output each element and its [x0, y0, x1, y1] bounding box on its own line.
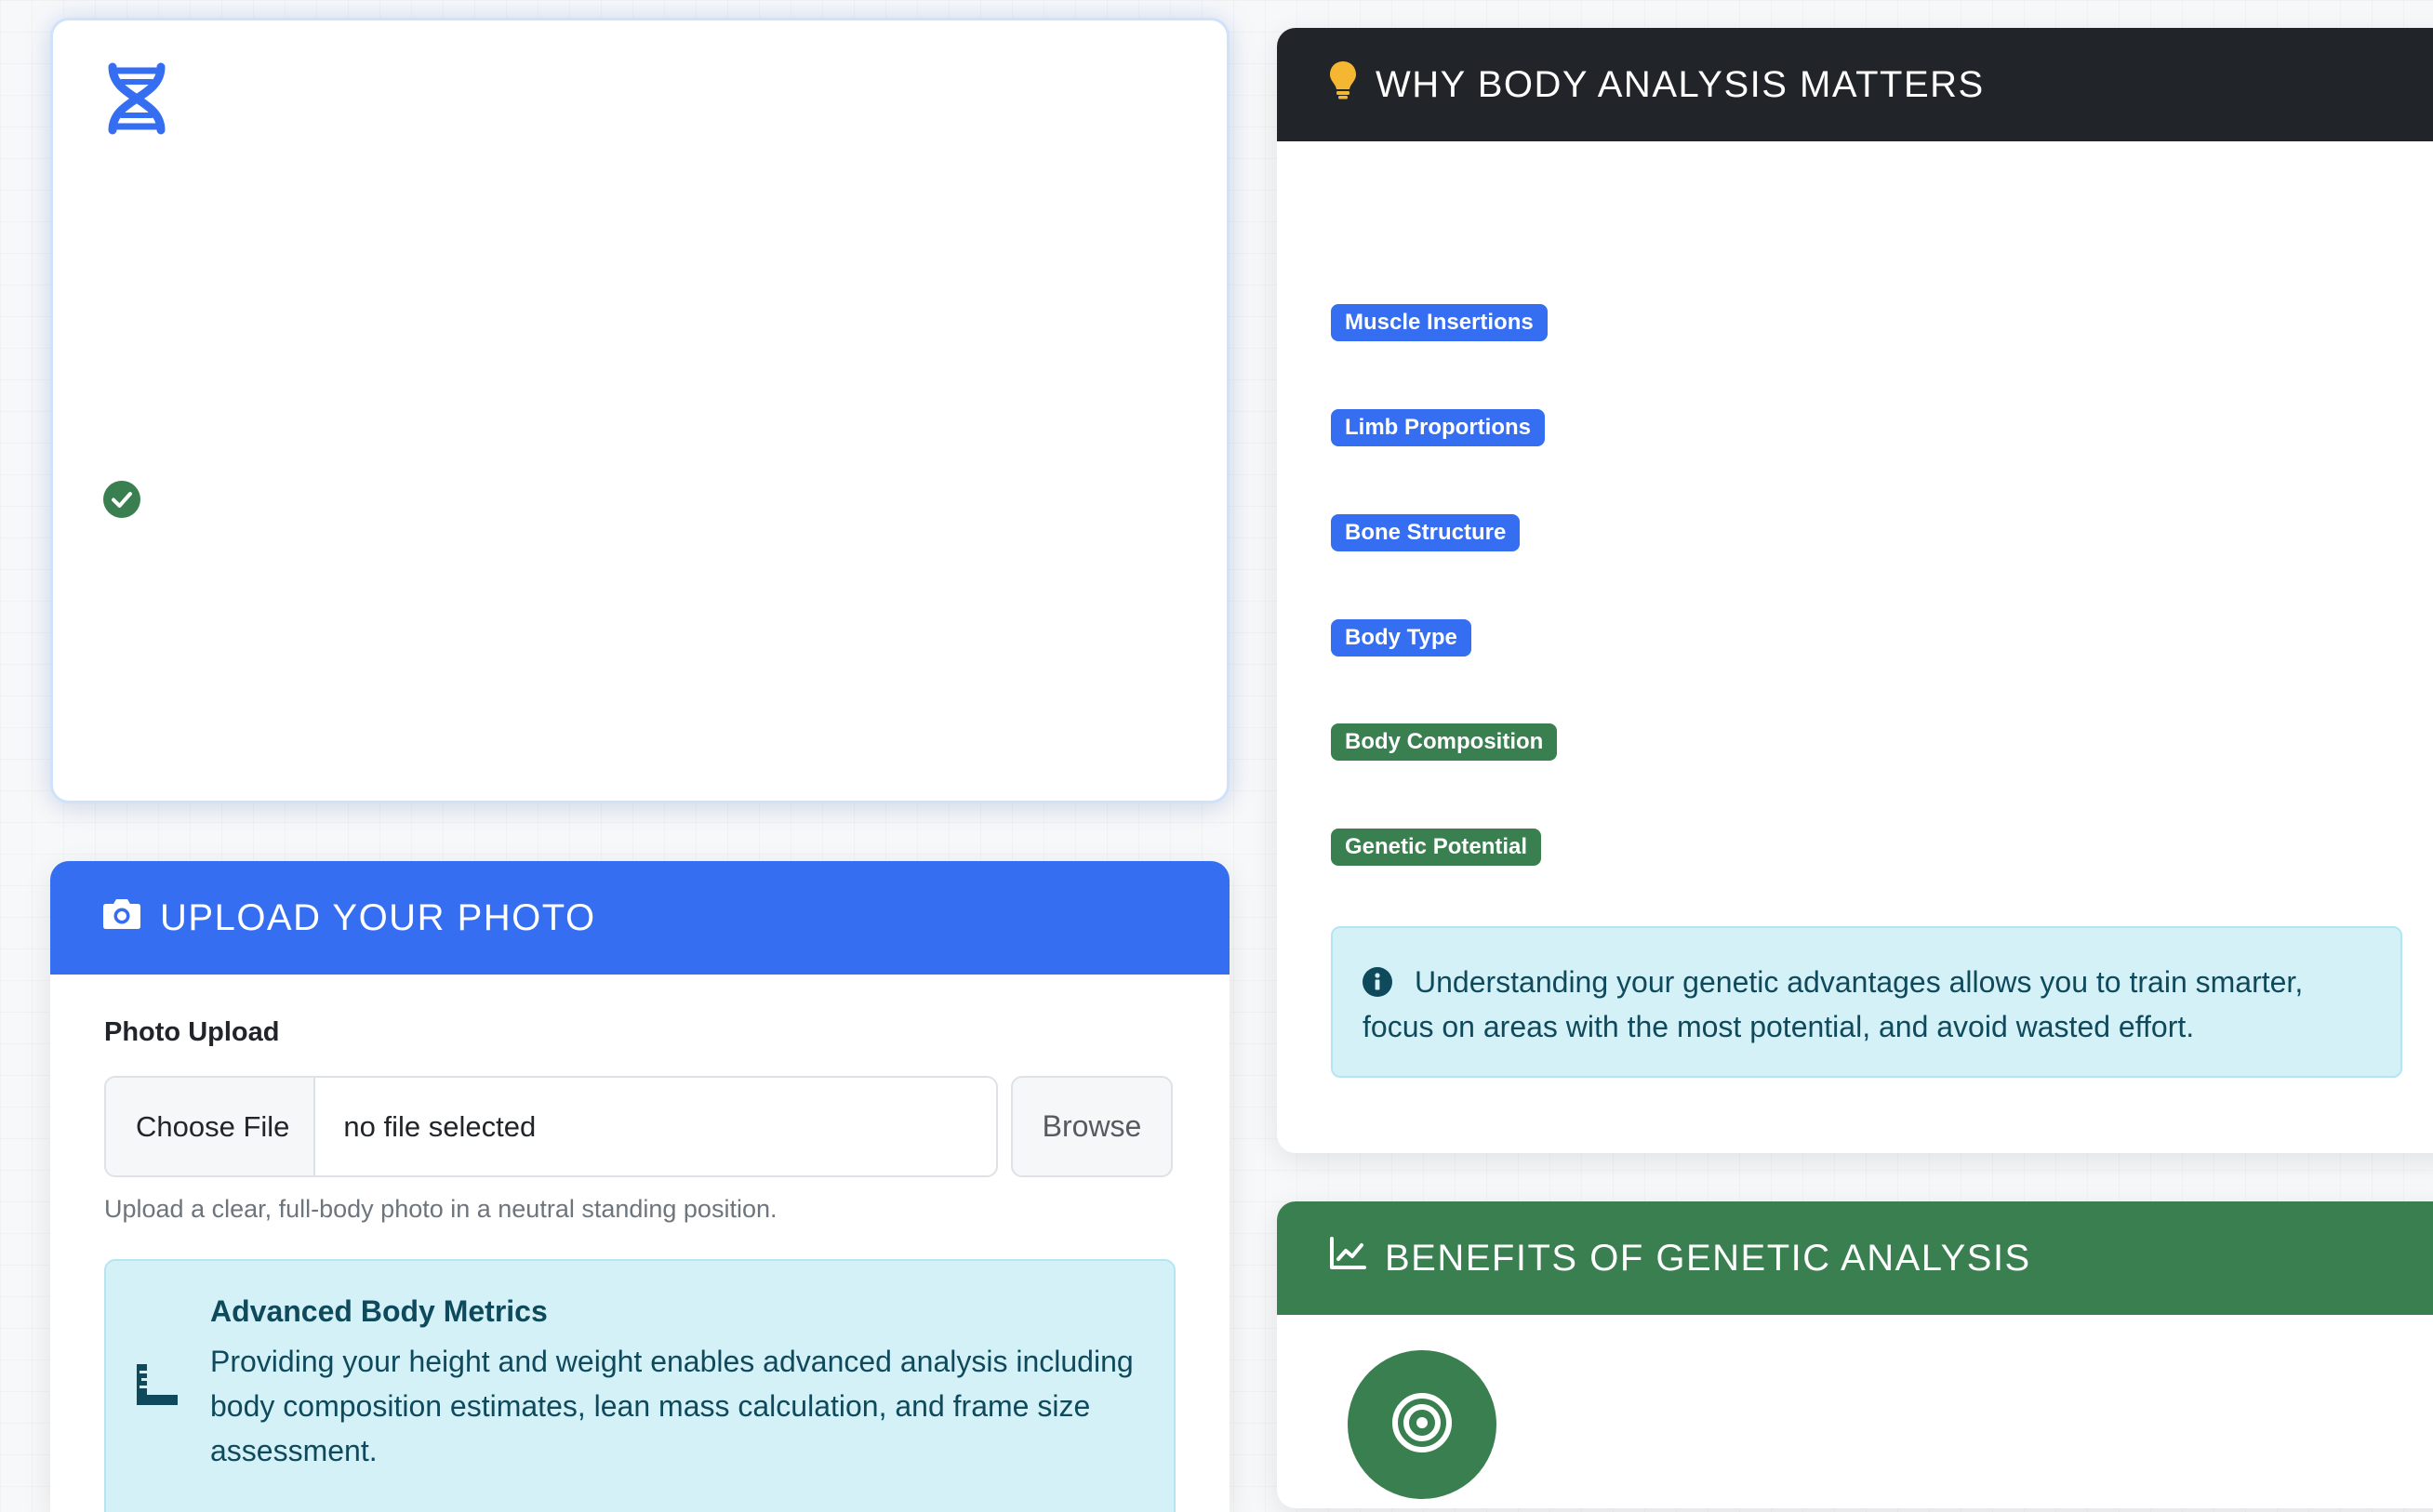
metrics-text: Providing your height and weight enables… — [210, 1345, 1134, 1467]
upload-card-header: Upload Your Photo — [50, 861, 1230, 975]
file-input[interactable]: Choose File no file selected — [104, 1076, 998, 1177]
check-circle-icon — [103, 481, 140, 523]
ruler-icon — [134, 1361, 180, 1413]
why-analysis-card: Why Body Analysis Matters Muscle Inserti… — [1277, 28, 2433, 1153]
metrics-title: Advanced Body Metrics — [210, 1294, 548, 1328]
dna-icon — [103, 61, 170, 140]
hero-card — [50, 18, 1230, 803]
camera-icon — [102, 896, 141, 939]
upload-help-text: Upload a clear, full-body photo in a neu… — [104, 1195, 778, 1223]
benefits-card-header: Benefits of Genetic Analysis — [1277, 1201, 2433, 1315]
benefits-card-title: Benefits of Genetic Analysis — [1385, 1237, 2031, 1279]
benefits-card: Benefits of Genetic Analysis — [1277, 1201, 2433, 1508]
badge-limb-proportions: Limb Proportions — [1331, 409, 1545, 446]
upload-card: Upload Your Photo Photo Upload Choose Fi… — [50, 861, 1230, 1512]
badge-body-type: Body Type — [1331, 619, 1471, 657]
choose-file-button[interactable]: Choose File — [106, 1078, 316, 1175]
file-input-group: Choose File no file selected Browse — [104, 1076, 1173, 1177]
why-card-header: Why Body Analysis Matters — [1277, 28, 2433, 141]
browse-button[interactable]: Browse — [1011, 1076, 1173, 1177]
badge-genetic-potential: Genetic Potential — [1331, 829, 1542, 866]
photo-upload-label: Photo Upload — [104, 1017, 280, 1047]
badge-bone-structure: Bone Structure — [1331, 514, 1521, 551]
lightbulb-icon — [1329, 60, 1357, 109]
info-text: Understanding your genetic advantages al… — [1363, 965, 2304, 1043]
info-alert: Understanding your genetic advantages al… — [1331, 926, 2402, 1078]
chart-line-icon — [1329, 1237, 1366, 1280]
file-status-text: no file selected — [343, 1109, 537, 1143]
upload-card-title: Upload Your Photo — [160, 896, 596, 938]
advanced-metrics-alert: Advanced Body Metrics Providing your hei… — [104, 1259, 1176, 1512]
badge-muscle-insertions: Muscle Insertions — [1331, 304, 1548, 341]
why-card-title: Why Body Analysis Matters — [1376, 63, 1985, 105]
badge-body-composition: Body Composition — [1331, 723, 1558, 761]
benefit-icon-circle — [1348, 1350, 1496, 1499]
bullseye-icon — [1391, 1392, 1453, 1458]
